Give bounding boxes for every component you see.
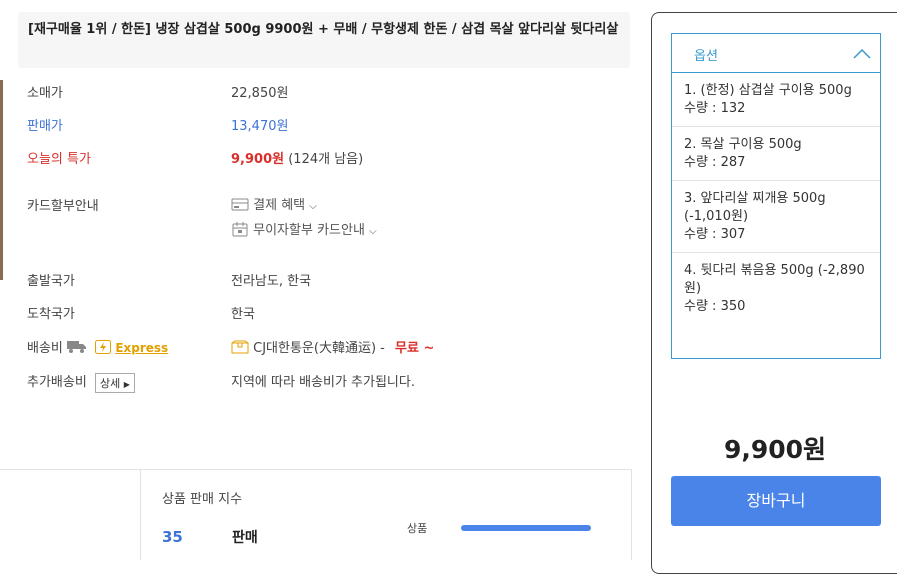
product-metric-label: 상품 (407, 522, 428, 535)
special-price-label: 오늘의 특가 (27, 152, 91, 167)
express-label[interactable]: Express (115, 341, 168, 355)
calendar-icon (231, 221, 249, 241)
installment-card-link[interactable]: 무이자할부 카드안내 ⌵ (231, 219, 377, 241)
arrow-right-icon: ▶ (123, 379, 130, 389)
payment-benefit-link[interactable]: 결제 혜택 ⌵ (231, 194, 317, 215)
destination-country-value: 한국 (231, 307, 255, 322)
product-metric-bar (461, 525, 591, 531)
divider (0, 469, 140, 470)
sales-label: 판매 (232, 530, 258, 546)
option-name: 1. (한정) 삼겹살 구이용 500g (684, 83, 852, 98)
chevron-down-icon: ⌵ (309, 201, 317, 212)
credit-card-icon (231, 197, 249, 215)
option-qty: 수량 : 287 (684, 155, 746, 170)
card-installment-label: 카드할부안내 (27, 199, 99, 214)
add-to-cart-button[interactable]: 장바구니 (671, 476, 881, 526)
special-price-value: 9,900원 (231, 152, 285, 167)
option-name: 4. 뒷다리 볶음용 500g (-2,890원) (684, 263, 865, 296)
total-price: 9,900원 (723, 435, 827, 464)
retail-price-value: 22,850원 (231, 86, 289, 101)
retail-price-label: 소매가 (27, 86, 63, 101)
option-item[interactable]: 4. 뒷다리 볶음용 500g (-2,890원) 수량 : 350 (672, 253, 880, 324)
package-icon (231, 340, 249, 358)
option-name: 2. 목살 구이용 500g (684, 137, 802, 152)
special-price: 9,900원 (124개 남음) (231, 148, 363, 167)
options-header-label: 옵션 (694, 49, 718, 64)
options-header[interactable]: 옵션 (672, 34, 880, 73)
option-qty: 수량 : 307 (684, 227, 746, 242)
installment-card-text: 무이자할부 카드안내 (253, 223, 365, 238)
detail-button[interactable]: 상세 ▶ (94, 372, 135, 393)
sales-index-title: 상품 판매 지수 (162, 492, 243, 507)
sales-count: 35 (162, 528, 183, 546)
payment-benefit-text: 결제 혜택 (253, 198, 306, 213)
option-item[interactable]: 3. 앞다리살 찌개용 500g (-1,010원) 수량 : 307 (672, 181, 880, 253)
product-image-edge (0, 80, 3, 280)
detail-button-label: 상세 (99, 376, 121, 390)
truck-icon (67, 340, 87, 357)
option-qty: 수량 : 132 (684, 101, 746, 116)
extra-shipping-value: 지역에 따라 배송비가 추가됩니다. (231, 375, 415, 390)
shipping-fee-label: 배송비 (27, 341, 63, 356)
carrier-info: CJ대한통운(大韓通运) - 무료 ~ (231, 337, 434, 358)
product-title: [재구매율 1위 / 한돈] 냉장 삼겹살 500g 9900원 + 무배 / … (28, 22, 619, 37)
chevron-up-icon[interactable] (853, 45, 871, 64)
free-shipping-text[interactable]: 무료 ~ (395, 341, 434, 356)
special-remaining: (124개 남음) (288, 152, 364, 167)
destination-country-label: 도착국가 (27, 307, 75, 322)
sales-index-box: 상품 판매 지수 35 판매 상품 (140, 469, 632, 560)
option-item[interactable]: 1. (한정) 삼겹살 구이용 500g 수량 : 132 (672, 73, 880, 127)
option-item[interactable]: 2. 목살 구이용 500g 수량 : 287 (672, 127, 880, 181)
options-dropdown: 옵션 1. (한정) 삼겹살 구이용 500g 수량 : 132 2. 목살 구… (671, 33, 881, 359)
carrier-name: CJ대한통운(大韓通运) - (253, 341, 385, 356)
extra-shipping-label: 추가배송비 (27, 375, 87, 390)
option-qty: 수량 : 350 (684, 299, 746, 314)
sale-price-value: 13,470원 (231, 119, 289, 134)
origin-country-label: 출발국가 (27, 274, 75, 289)
chevron-down-icon: ⌵ (369, 226, 377, 237)
product-metric-track (461, 525, 591, 531)
express-lightning-icon (95, 339, 112, 358)
origin-country-value: 전라남도, 한국 (231, 274, 312, 289)
sale-price-label: 판매가 (27, 119, 63, 134)
option-name: 3. 앞다리살 찌개용 500g (-1,010원) (684, 191, 826, 224)
shipping-fee-row: 배송비 Express (27, 337, 168, 358)
product-title-box: [재구매율 1위 / 한돈] 냉장 삼겹살 500g 9900원 + 무배 / … (18, 12, 630, 68)
extra-shipping-row: 추가배송비 상세 ▶ (27, 371, 135, 393)
